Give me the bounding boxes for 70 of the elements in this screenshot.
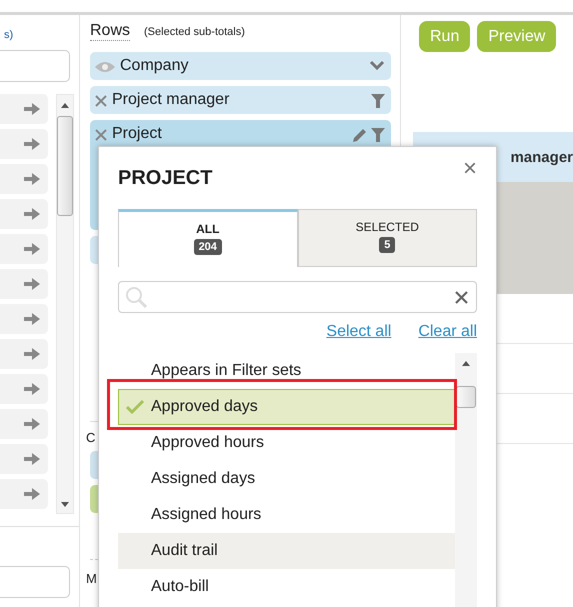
pencil-icon[interactable] bbox=[353, 128, 367, 142]
move-button[interactable] bbox=[0, 129, 48, 159]
column-header[interactable]: manager bbox=[510, 148, 573, 166]
move-button[interactable] bbox=[0, 269, 48, 299]
arrow-icon bbox=[24, 418, 40, 430]
caption-text: s) bbox=[3, 28, 14, 43]
row-field-pill[interactable]: Company bbox=[90, 52, 391, 80]
arrow-icon bbox=[24, 138, 40, 150]
clear-icon[interactable] bbox=[455, 290, 468, 304]
count-badge: 204 bbox=[194, 239, 222, 255]
list-item[interactable]: Approved days bbox=[118, 389, 455, 425]
section-title: M bbox=[86, 571, 97, 586]
search-field[interactable] bbox=[118, 281, 477, 313]
scroll-thumb[interactable] bbox=[456, 386, 476, 408]
arrow-icon bbox=[24, 348, 40, 360]
filter-tab[interactable]: SELECTED 5 bbox=[298, 209, 477, 267]
check-icon bbox=[126, 400, 144, 414]
move-button[interactable] bbox=[0, 374, 48, 404]
filter-tab[interactable]: ALL 204 bbox=[118, 209, 298, 267]
eye-icon[interactable] bbox=[94, 60, 116, 74]
scroll-up-icon[interactable] bbox=[61, 103, 69, 108]
arrow-icon bbox=[24, 453, 40, 465]
move-button[interactable] bbox=[0, 409, 48, 439]
section-title: C bbox=[86, 430, 96, 445]
close-button[interactable]: × bbox=[462, 157, 477, 181]
section-note: (Selected sub-totals) bbox=[144, 26, 245, 38]
arrow-icon bbox=[24, 243, 40, 255]
move-button[interactable] bbox=[0, 234, 48, 264]
remove-icon[interactable] bbox=[94, 128, 108, 142]
arrow-icon bbox=[24, 488, 40, 500]
move-button[interactable] bbox=[0, 199, 48, 229]
move-button[interactable] bbox=[0, 479, 48, 509]
arrow-icon bbox=[24, 208, 40, 220]
arrow-icon bbox=[24, 313, 40, 325]
list-item[interactable]: Auto-bill bbox=[118, 569, 455, 605]
pill-label: Company bbox=[120, 57, 190, 75]
filter-icon[interactable] bbox=[371, 128, 385, 142]
list-item[interactable]: Assigned hours bbox=[118, 497, 455, 533]
pill-label: Project bbox=[112, 125, 163, 143]
pill-label: Project manager bbox=[112, 91, 230, 109]
arrow-icon bbox=[24, 383, 40, 395]
move-button[interactable] bbox=[0, 94, 48, 124]
scrollbar[interactable] bbox=[56, 94, 74, 514]
remove-icon[interactable] bbox=[94, 94, 108, 108]
chevron-icon[interactable] bbox=[369, 60, 385, 72]
scroll-thumb[interactable] bbox=[57, 116, 73, 216]
link[interactable]: Select all bbox=[326, 323, 392, 345]
move-button[interactable] bbox=[0, 339, 48, 369]
popup-title: PROJECT bbox=[118, 167, 212, 190]
input-field[interactable] bbox=[0, 566, 70, 598]
arrow-icon bbox=[24, 103, 40, 115]
scroll-up-icon[interactable] bbox=[462, 361, 470, 366]
count-badge: 5 bbox=[379, 237, 396, 253]
link[interactable]: Clear all bbox=[418, 323, 477, 345]
list-item[interactable]: Approved hours bbox=[118, 425, 455, 461]
move-button[interactable] bbox=[0, 164, 48, 194]
filter-icon[interactable] bbox=[371, 94, 385, 108]
list-item[interactable]: Appears in Filter sets bbox=[118, 353, 455, 389]
arrow-icon bbox=[24, 278, 40, 290]
search-icon bbox=[125, 286, 147, 308]
arrow-icon bbox=[24, 173, 40, 185]
input-field[interactable] bbox=[0, 50, 70, 82]
move-button[interactable] bbox=[0, 304, 48, 334]
list-item[interactable]: Audit trail bbox=[118, 533, 455, 569]
list-item[interactable]: Assigned days bbox=[118, 461, 455, 497]
row-field-pill[interactable]: Project manager bbox=[90, 86, 391, 114]
move-button[interactable] bbox=[0, 444, 48, 474]
section-title: Rows bbox=[90, 22, 130, 41]
scrollbar[interactable] bbox=[455, 353, 477, 607]
scroll-down-icon[interactable] bbox=[61, 502, 69, 507]
